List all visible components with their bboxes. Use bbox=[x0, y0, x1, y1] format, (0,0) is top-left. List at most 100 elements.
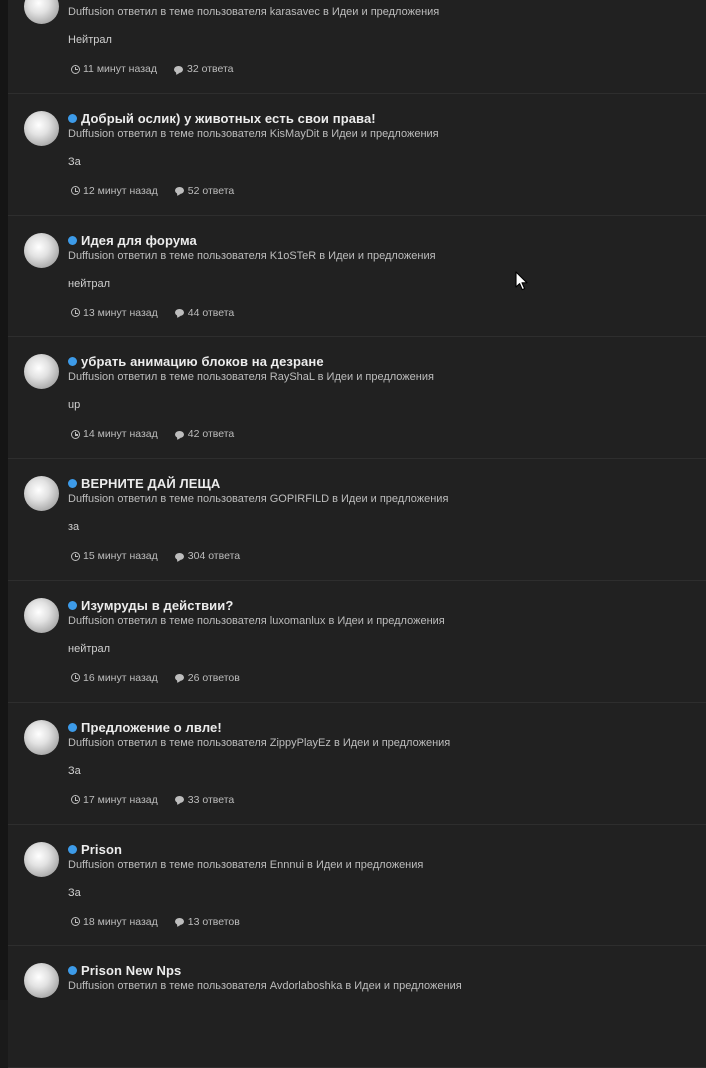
activity-meta: Duffusion ответил в теме пользователя GO… bbox=[68, 493, 449, 506]
timestamp[interactable]: 11 минут назад bbox=[83, 63, 157, 75]
time-stat: 12 минут назад bbox=[71, 185, 158, 197]
replies-stat: 42 ответа bbox=[174, 428, 234, 440]
avatar[interactable] bbox=[24, 110, 59, 146]
avatar[interactable] bbox=[24, 232, 59, 268]
topic-title[interactable]: Изумруды в действии? bbox=[81, 598, 233, 613]
post-excerpt: нейтрал bbox=[68, 642, 111, 655]
activity-item: убрать анимацию блоков на дезране Duffus… bbox=[8, 337, 706, 460]
comment-icon bbox=[174, 796, 184, 804]
unread-dot-icon bbox=[68, 113, 77, 123]
topic-title[interactable]: Идея для форума bbox=[81, 233, 197, 248]
item-stats: 14 минут назад 42 ответа bbox=[71, 428, 234, 440]
comment-icon bbox=[174, 187, 184, 195]
replies-stat: 44 ответа bbox=[174, 306, 235, 319]
activity-item: Prison New Nps Duffusion ответил в теме … bbox=[8, 946, 706, 1068]
comment-icon bbox=[174, 552, 184, 560]
replies-stat: 13 ответов bbox=[174, 915, 240, 928]
activity-meta: Duffusion ответил в теме пользователя K1… bbox=[68, 249, 436, 262]
topic-title-row: Prison New Nps bbox=[68, 963, 181, 978]
time-stat: 17 минут назад bbox=[71, 794, 158, 806]
clock-icon bbox=[71, 429, 80, 439]
avatar[interactable] bbox=[24, 841, 59, 877]
comment-icon bbox=[174, 430, 184, 438]
time-stat: 16 минут назад bbox=[71, 672, 158, 684]
topic-title[interactable]: Prison New Nps bbox=[81, 963, 181, 978]
topic-title-row: Предложение о лвле! bbox=[68, 720, 222, 735]
clock-icon bbox=[71, 551, 80, 561]
time-stat: 14 минут назад bbox=[71, 428, 158, 440]
time-stat: 11 минут назад bbox=[71, 63, 157, 75]
post-excerpt: за bbox=[68, 521, 80, 534]
clock-icon bbox=[71, 795, 80, 805]
activity-meta: Duffusion ответил в теме пользователя En… bbox=[68, 858, 424, 871]
mouse-cursor-icon bbox=[515, 271, 528, 291]
replies-stat: 32 ответа bbox=[173, 63, 233, 75]
reply-count: 44 ответа bbox=[187, 306, 235, 319]
item-stats: 13 минут назад 44 ответа bbox=[71, 307, 234, 319]
reply-count: 26 ответов bbox=[187, 671, 240, 684]
item-stats: 18 минут назад 13 ответов bbox=[71, 916, 240, 928]
activity-item: Предложение о лвле! Duffusion ответил в … bbox=[8, 703, 706, 825]
left-gutter bbox=[0, 0, 8, 1000]
replies-stat: 26 ответов bbox=[174, 671, 240, 684]
avatar[interactable] bbox=[24, 0, 59, 24]
avatar[interactable] bbox=[24, 476, 59, 512]
activity-item: Prison Duffusion ответил в теме пользова… bbox=[8, 825, 706, 947]
activity-meta: Duffusion ответил в теме пользователя Ki… bbox=[68, 127, 439, 140]
avatar[interactable] bbox=[24, 963, 59, 999]
unread-dot-icon bbox=[68, 235, 77, 245]
topic-title[interactable]: Prison bbox=[81, 842, 122, 857]
replies-stat: 304 ответа bbox=[174, 550, 241, 563]
timestamp[interactable]: 13 минут назад bbox=[83, 307, 158, 319]
time-stat: 13 минут назад bbox=[71, 307, 158, 319]
item-stats: 12 минут назад 52 ответа bbox=[71, 185, 234, 197]
timestamp[interactable]: 15 минут назад bbox=[83, 550, 158, 562]
unread-dot-icon bbox=[68, 600, 77, 610]
avatar[interactable] bbox=[24, 597, 59, 633]
comment-icon bbox=[174, 309, 184, 317]
unread-dot-icon bbox=[68, 722, 77, 732]
comment-icon bbox=[174, 674, 184, 682]
reply-count: 33 ответа bbox=[187, 793, 235, 806]
timestamp[interactable]: 14 минут назад bbox=[83, 428, 158, 440]
timestamp[interactable]: 18 минут назад bbox=[83, 916, 158, 928]
topic-title[interactable]: ВЕРНИТЕ ДАЙ ЛЕЩА bbox=[81, 476, 220, 491]
reply-count: 304 ответа bbox=[187, 550, 241, 563]
reply-count: 52 ответа bbox=[187, 184, 235, 197]
post-excerpt: За bbox=[68, 764, 81, 777]
topic-title[interactable]: Добрый ослик) у животных есть свои права… bbox=[81, 111, 376, 126]
clock-icon bbox=[71, 917, 80, 927]
clock-icon bbox=[71, 64, 80, 74]
activity-meta: Duffusion ответил в теме пользователя ka… bbox=[68, 6, 440, 18]
item-stats: 11 минут назад 32 ответа bbox=[71, 63, 233, 75]
activity-meta: Duffusion ответил в теме пользователя lu… bbox=[68, 614, 445, 627]
comment-icon bbox=[173, 65, 183, 73]
topic-title[interactable]: убрать анимацию блоков на дезране bbox=[81, 354, 324, 369]
topic-title-row: Prison bbox=[68, 842, 122, 857]
avatar[interactable] bbox=[24, 719, 59, 755]
replies-stat: 33 ответа bbox=[174, 793, 235, 806]
activity-item: Идея для форума Duffusion ответил в теме… bbox=[8, 216, 706, 338]
clock-icon bbox=[71, 673, 80, 683]
time-stat: 15 минут назад bbox=[71, 550, 158, 562]
activity-meta: Duffusion ответил в теме пользователя Zi… bbox=[68, 736, 451, 749]
reply-count: 13 ответов bbox=[187, 915, 240, 928]
item-stats: 16 минут назад 26 ответов bbox=[71, 672, 240, 684]
timestamp[interactable]: 17 минут назад bbox=[83, 794, 158, 806]
avatar[interactable] bbox=[24, 354, 59, 390]
unread-dot-icon bbox=[68, 844, 77, 854]
timestamp[interactable]: 16 минут назад bbox=[83, 672, 158, 684]
topic-title-row: ВЕРНИТЕ ДАЙ ЛЕЩА bbox=[68, 476, 220, 491]
timestamp[interactable]: 12 минут назад bbox=[83, 185, 158, 197]
comment-icon bbox=[174, 918, 184, 926]
activity-item: Duffusion ответил в теме пользователя ka… bbox=[8, 0, 706, 94]
post-excerpt: Нейтрал bbox=[68, 34, 112, 46]
unread-dot-icon bbox=[68, 357, 77, 367]
time-stat: 18 минут назад bbox=[71, 916, 158, 928]
topic-title[interactable]: Предложение о лвле! bbox=[81, 720, 222, 735]
topic-title-row: Изумруды в действии? bbox=[68, 598, 233, 613]
unread-dot-icon bbox=[68, 479, 77, 489]
post-excerpt: нейтрал bbox=[68, 277, 111, 290]
clock-icon bbox=[71, 186, 80, 196]
activity-feed: Duffusion ответил в теме пользователя ka… bbox=[8, 0, 706, 1068]
